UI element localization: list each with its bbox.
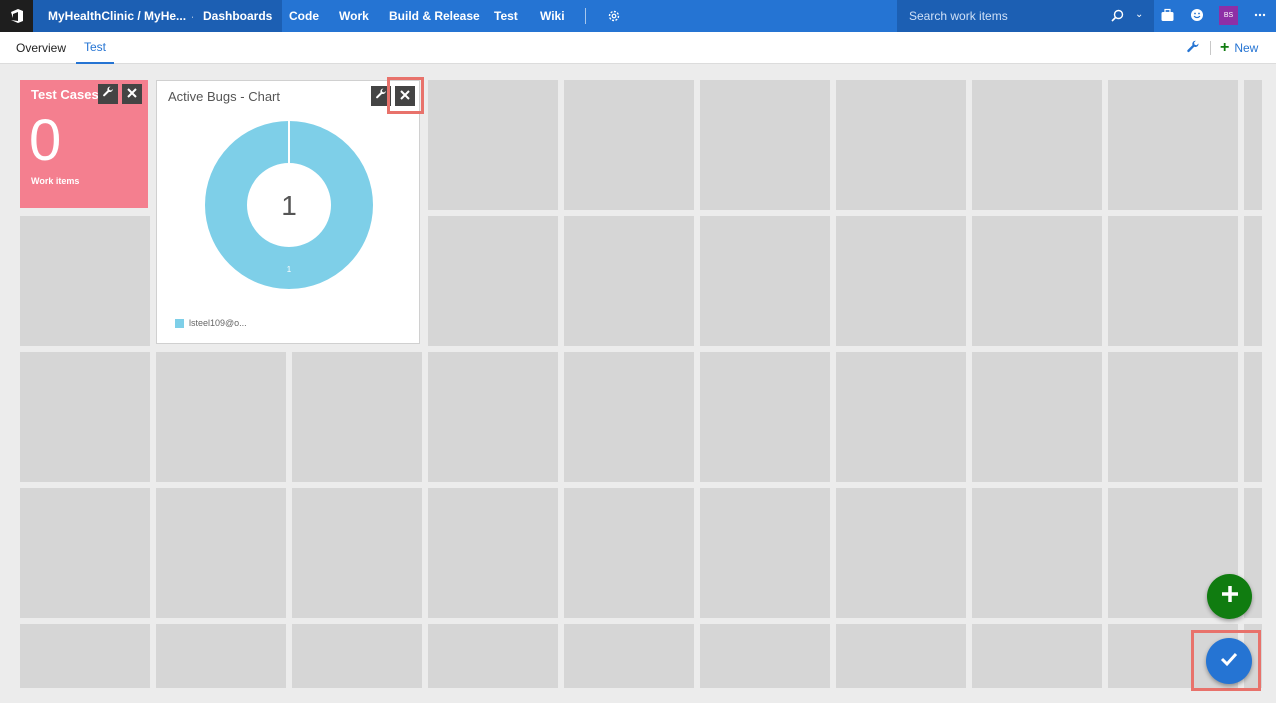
nav-divider (585, 8, 586, 24)
empty-grid-cell (564, 80, 694, 210)
remove-widget-button[interactable] (122, 84, 142, 104)
empty-grid-cell (1108, 216, 1238, 346)
nav-wiki[interactable]: Wiki (540, 0, 565, 32)
empty-grid-cell (20, 216, 150, 346)
divider (1210, 41, 1211, 55)
wrench-icon[interactable] (1186, 40, 1200, 59)
empty-grid-cell (20, 352, 150, 482)
empty-grid-cell (564, 624, 694, 688)
empty-grid-cell (700, 488, 830, 618)
nav-work[interactable]: Work (339, 0, 369, 32)
widget-subtitle: Work items (31, 176, 80, 186)
empty-grid-cell (564, 352, 694, 482)
empty-grid-cell (564, 488, 694, 618)
tab-overview[interactable]: Overview (16, 32, 66, 64)
empty-grid-cell (1244, 216, 1262, 346)
briefcase-icon[interactable] (1161, 8, 1174, 27)
widget-title: Test Cases (31, 87, 99, 102)
empty-grid-cell (700, 216, 830, 346)
empty-grid-cell (972, 80, 1102, 210)
empty-grid-cell (156, 624, 286, 688)
empty-grid-cell (1244, 352, 1262, 482)
empty-grid-cell (156, 488, 286, 618)
empty-grid-cell (428, 80, 558, 210)
check-icon (1219, 649, 1239, 674)
empty-grid-cell (972, 624, 1102, 688)
slice-data-label: 1 (287, 265, 292, 274)
empty-grid-cell (292, 488, 422, 618)
empty-grid-cell (20, 488, 150, 618)
donut-center-label: 1 (281, 190, 297, 221)
top-navigation-bar: MyHealthClinic / MyHe... ⌄ Dashboards Co… (0, 0, 1276, 32)
empty-grid-cell (700, 352, 830, 482)
empty-grid-cell (1244, 80, 1262, 210)
new-dashboard-button[interactable]: + New (1220, 32, 1258, 64)
close-icon (127, 85, 137, 103)
empty-grid-cell (428, 488, 558, 618)
empty-grid-cell (836, 216, 966, 346)
chevron-down-icon[interactable]: ⌄ (1135, 9, 1143, 20)
empty-grid-cell (156, 352, 286, 482)
chart-legend[interactable]: lsteel109@o... (175, 318, 247, 328)
empty-grid-cell (428, 624, 558, 688)
empty-grid-cell (428, 216, 558, 346)
tab-test[interactable]: Test (76, 32, 115, 64)
widget-title: Active Bugs - Chart (168, 89, 280, 104)
empty-grid-cell (20, 624, 150, 688)
legend-swatch (175, 318, 184, 328)
new-button-label: New (1234, 41, 1259, 55)
empty-grid-cell (1108, 80, 1238, 210)
plus-icon: + (1220, 39, 1230, 56)
empty-grid-cell (564, 216, 694, 346)
donut-chart: 1 1 (205, 120, 373, 289)
empty-grid-cell (700, 80, 830, 210)
search-input[interactable] (909, 9, 1099, 23)
widget-count: 0 (29, 108, 62, 173)
configure-widget-button[interactable] (98, 84, 118, 104)
add-widget-button[interactable] (1207, 574, 1252, 619)
active-bugs-chart-widget[interactable]: Active Bugs - Chart 1 1 lsteel109@o... (156, 80, 420, 344)
empty-grid-cell (836, 624, 966, 688)
nav-test[interactable]: Test (494, 0, 518, 32)
search-icon[interactable] (1111, 9, 1124, 27)
empty-grid-cell (972, 352, 1102, 482)
empty-grid-cell (836, 352, 966, 482)
search-box[interactable]: ⌄ (897, 0, 1154, 32)
smiley-icon[interactable] (1190, 8, 1204, 27)
empty-grid-cell (972, 216, 1102, 346)
vsts-logo-icon[interactable] (0, 0, 33, 32)
empty-grid-cell (836, 488, 966, 618)
nav-dashboards[interactable]: Dashboards (193, 0, 283, 32)
project-selector[interactable]: MyHealthClinic / MyHe... ⌄ (33, 0, 198, 32)
avatar[interactable]: BS (1219, 6, 1238, 25)
empty-grid-cell (1108, 352, 1238, 482)
highlight-remove-widget (387, 77, 424, 114)
empty-grid-cell (292, 352, 422, 482)
nav-code[interactable]: Code (289, 0, 319, 32)
empty-grid-cell (428, 352, 558, 482)
plus-icon (1220, 584, 1240, 609)
done-editing-button[interactable] (1206, 638, 1252, 684)
dashboard-tabs-bar: Overview Test + New (0, 32, 1276, 64)
gear-icon[interactable] (607, 0, 621, 32)
empty-grid-cell (836, 80, 966, 210)
wrench-icon (375, 87, 387, 105)
wrench-icon (102, 85, 114, 103)
project-name: MyHealthClinic / MyHe... (48, 9, 187, 23)
empty-grid-cell (972, 488, 1102, 618)
empty-grid-cell (292, 624, 422, 688)
ellipsis-icon[interactable] (1254, 8, 1266, 27)
legend-label: lsteel109@o... (189, 318, 247, 328)
nav-build-release[interactable]: Build & Release (389, 0, 480, 32)
empty-grid-cell (700, 624, 830, 688)
test-cases-widget[interactable]: Test Cases 0 Work items (20, 80, 148, 208)
avatar-initials: BS (1223, 12, 1234, 19)
